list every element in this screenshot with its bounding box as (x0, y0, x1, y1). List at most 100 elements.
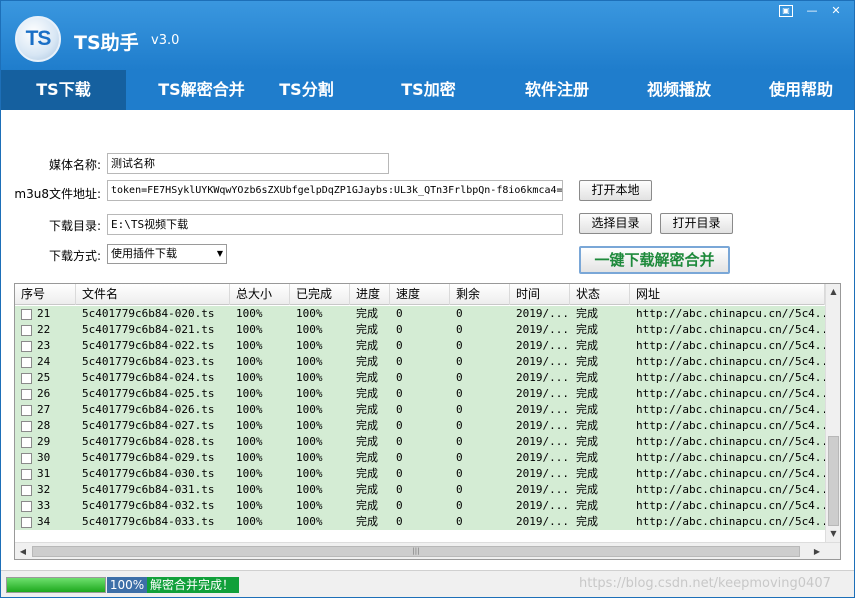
header-col-speed[interactable]: 速度 (390, 284, 450, 305)
scroll-thumb-horizontal[interactable]: ||| (32, 546, 800, 557)
horizontal-scrollbar[interactable]: ◀ ||| ▶ (15, 542, 840, 559)
download-mode-select[interactable]: 使用插件下载 ▼ (107, 244, 227, 264)
table-row[interactable]: 31 5c401779c6b84-030.ts 100% 100% 完成 0 0 2019/.… (15, 466, 825, 482)
table-row[interactable]: 28 5c401779c6b84-027.ts 100% 100% 完成 0 0 2019/.… (15, 418, 825, 434)
watermark-text: https://blog.csdn.net/keepmoving0407 (579, 576, 831, 591)
media-name-input[interactable]: 测试名称 (107, 153, 389, 174)
header-col-url[interactable]: 网址 (630, 284, 825, 305)
cell-col-state: 完成 (576, 371, 598, 384)
table-row[interactable]: 34 5c401779c6b84-033.ts 100% 100% 完成 0 0 2019/.… (15, 514, 825, 530)
vertical-scrollbar[interactable]: ▲ ▼ (825, 284, 840, 542)
cell-col-url: http://abc.chinapcu.cn//5c4... (636, 339, 825, 352)
tab-ts-encrypt[interactable]: TS加密 (381, 70, 476, 110)
cell-col-no: 29 (37, 435, 51, 448)
download-panel: 媒体名称: 测试名称 m3u8文件地址: token=FE7HSyklUYKWq… (1, 110, 854, 570)
scroll-up-icon[interactable]: ▲ (826, 284, 840, 300)
cell-col-speed: 0 (396, 307, 403, 320)
cell-col-speed: 0 (396, 339, 403, 352)
open-local-button[interactable]: 打开本地 (579, 180, 652, 201)
cell-col-time: 2019/... (516, 435, 569, 448)
cell-col-progress: 完成 (356, 371, 378, 384)
cell-col-total: 100% (236, 419, 263, 432)
table-row[interactable]: 26 5c401779c6b84-025.ts 100% 100% 完成 0 0 2019/.… (15, 386, 825, 402)
header-col-filename[interactable]: 文件名 (76, 284, 230, 305)
header-col-total[interactable]: 总大小 (230, 284, 290, 305)
header-col-state[interactable]: 状态 (570, 284, 630, 305)
open-dir-button[interactable]: 打开目录 (660, 213, 733, 234)
cell-col-time: 2019/... (516, 515, 569, 528)
tab-ts-split[interactable]: TS分割 (259, 70, 354, 110)
tab-ts-download[interactable]: TS下载 (1, 70, 126, 110)
cell-col-done: 100% (296, 371, 323, 384)
minimize-icon[interactable]: — (805, 5, 819, 17)
menu-icon[interactable]: ▣ (779, 5, 793, 17)
header-col-done[interactable]: 已完成 (290, 284, 350, 305)
app-logo: TS (15, 16, 61, 62)
cell-col-filename: 5c401779c6b84-022.ts (82, 339, 215, 352)
cell-col-progress: 完成 (356, 515, 378, 528)
cell-col-url: http://abc.chinapcu.cn//5c4... (636, 515, 825, 528)
app-version: v3.0 (151, 33, 180, 48)
table-row[interactable]: 30 5c401779c6b84-029.ts 100% 100% 完成 0 0 2019/.… (15, 450, 825, 466)
download-dir-input[interactable]: E:\TS视频下载 (107, 214, 563, 235)
cell-col-time: 2019/... (516, 451, 569, 464)
close-icon[interactable]: ✕ (829, 5, 843, 17)
cell-col-remain: 0 (456, 371, 463, 384)
cell-col-url: http://abc.chinapcu.cn//5c4... (636, 467, 825, 480)
scroll-thumb[interactable] (828, 436, 839, 526)
cell-col-state: 完成 (576, 355, 598, 368)
scroll-down-icon[interactable]: ▼ (826, 526, 840, 542)
header-col-progress[interactable]: 进度 (350, 284, 390, 305)
cell-col-total: 100% (236, 435, 263, 448)
cell-col-progress: 完成 (356, 355, 378, 368)
cell-col-progress: 完成 (356, 387, 378, 400)
cell-col-remain: 0 (456, 387, 463, 400)
cell-col-progress: 完成 (356, 339, 378, 352)
header-col-no[interactable]: 序号 (15, 284, 76, 305)
cell-col-state: 完成 (576, 499, 598, 512)
cell-col-time: 2019/... (516, 483, 569, 496)
cell-col-state: 完成 (576, 515, 598, 528)
tab-help[interactable]: 使用帮助 (751, 70, 851, 110)
cell-col-no: 22 (37, 323, 51, 336)
table-row[interactable]: 24 5c401779c6b84-023.ts 100% 100% 完成 0 0 2019/.… (15, 354, 825, 370)
cell-col-total: 100% (236, 483, 263, 496)
cell-col-filename: 5c401779c6b84-033.ts (82, 515, 215, 528)
table-row[interactable]: 27 5c401779c6b84-026.ts 100% 100% 完成 0 0 2019/.… (15, 402, 825, 418)
one-key-download-button[interactable]: 一键下载解密合并 (579, 246, 730, 274)
tab-ts-decrypt-merge[interactable]: TS解密合并 (139, 70, 264, 110)
cell-col-speed: 0 (396, 387, 403, 400)
download-mode-value: 使用插件下载 (111, 247, 177, 260)
header-col-remain[interactable]: 剩余 (450, 284, 510, 305)
cell-col-filename: 5c401779c6b84-031.ts (82, 483, 215, 496)
cell-col-state: 完成 (576, 419, 598, 432)
cell-col-total: 100% (236, 371, 263, 384)
cell-col-remain: 0 (456, 419, 463, 432)
cell-col-no: 30 (37, 451, 51, 464)
table-row[interactable]: 33 5c401779c6b84-032.ts 100% 100% 完成 0 0 2019/.… (15, 498, 825, 514)
cell-col-remain: 0 (456, 515, 463, 528)
table-row[interactable]: 23 5c401779c6b84-022.ts 100% 100% 完成 0 0 2019/.… (15, 338, 825, 354)
cell-col-no: 33 (37, 499, 51, 512)
table-row[interactable]: 25 5c401779c6b84-024.ts 100% 100% 完成 0 0 2019/.… (15, 370, 825, 386)
cell-col-done: 100% (296, 419, 323, 432)
tab-register[interactable]: 软件注册 (507, 70, 607, 110)
scroll-right-icon[interactable]: ▶ (809, 543, 825, 559)
m3u8-url-input[interactable]: token=FE7HSyklUYKWqwYOzb6sZXUbfgelpDqZP1… (107, 180, 563, 201)
table-row[interactable]: 29 5c401779c6b84-028.ts 100% 100% 完成 0 0 2019/.… (15, 434, 825, 450)
header-col-time[interactable]: 时间 (510, 284, 570, 305)
cell-col-time: 2019/... (516, 323, 569, 336)
download-mode-label: 下载方式: (48, 249, 101, 263)
cell-col-remain: 0 (456, 355, 463, 368)
cell-col-speed: 0 (396, 419, 403, 432)
cell-col-progress: 完成 (356, 499, 378, 512)
cell-col-state: 完成 (576, 387, 598, 400)
scroll-left-icon[interactable]: ◀ (15, 543, 31, 559)
cell-col-done: 100% (296, 515, 323, 528)
select-dir-button[interactable]: 选择目录 (579, 213, 652, 234)
table-row[interactable]: 22 5c401779c6b84-021.ts 100% 100% 完成 0 0 2019/.… (15, 322, 825, 338)
cell-col-progress: 完成 (356, 483, 378, 496)
table-row[interactable]: 21 5c401779c6b84-020.ts 100% 100% 完成 0 0 2019/.… (15, 306, 825, 322)
table-row[interactable]: 32 5c401779c6b84-031.ts 100% 100% 完成 0 0 2019/.… (15, 482, 825, 498)
tab-video-play[interactable]: 视频播放 (629, 70, 729, 110)
